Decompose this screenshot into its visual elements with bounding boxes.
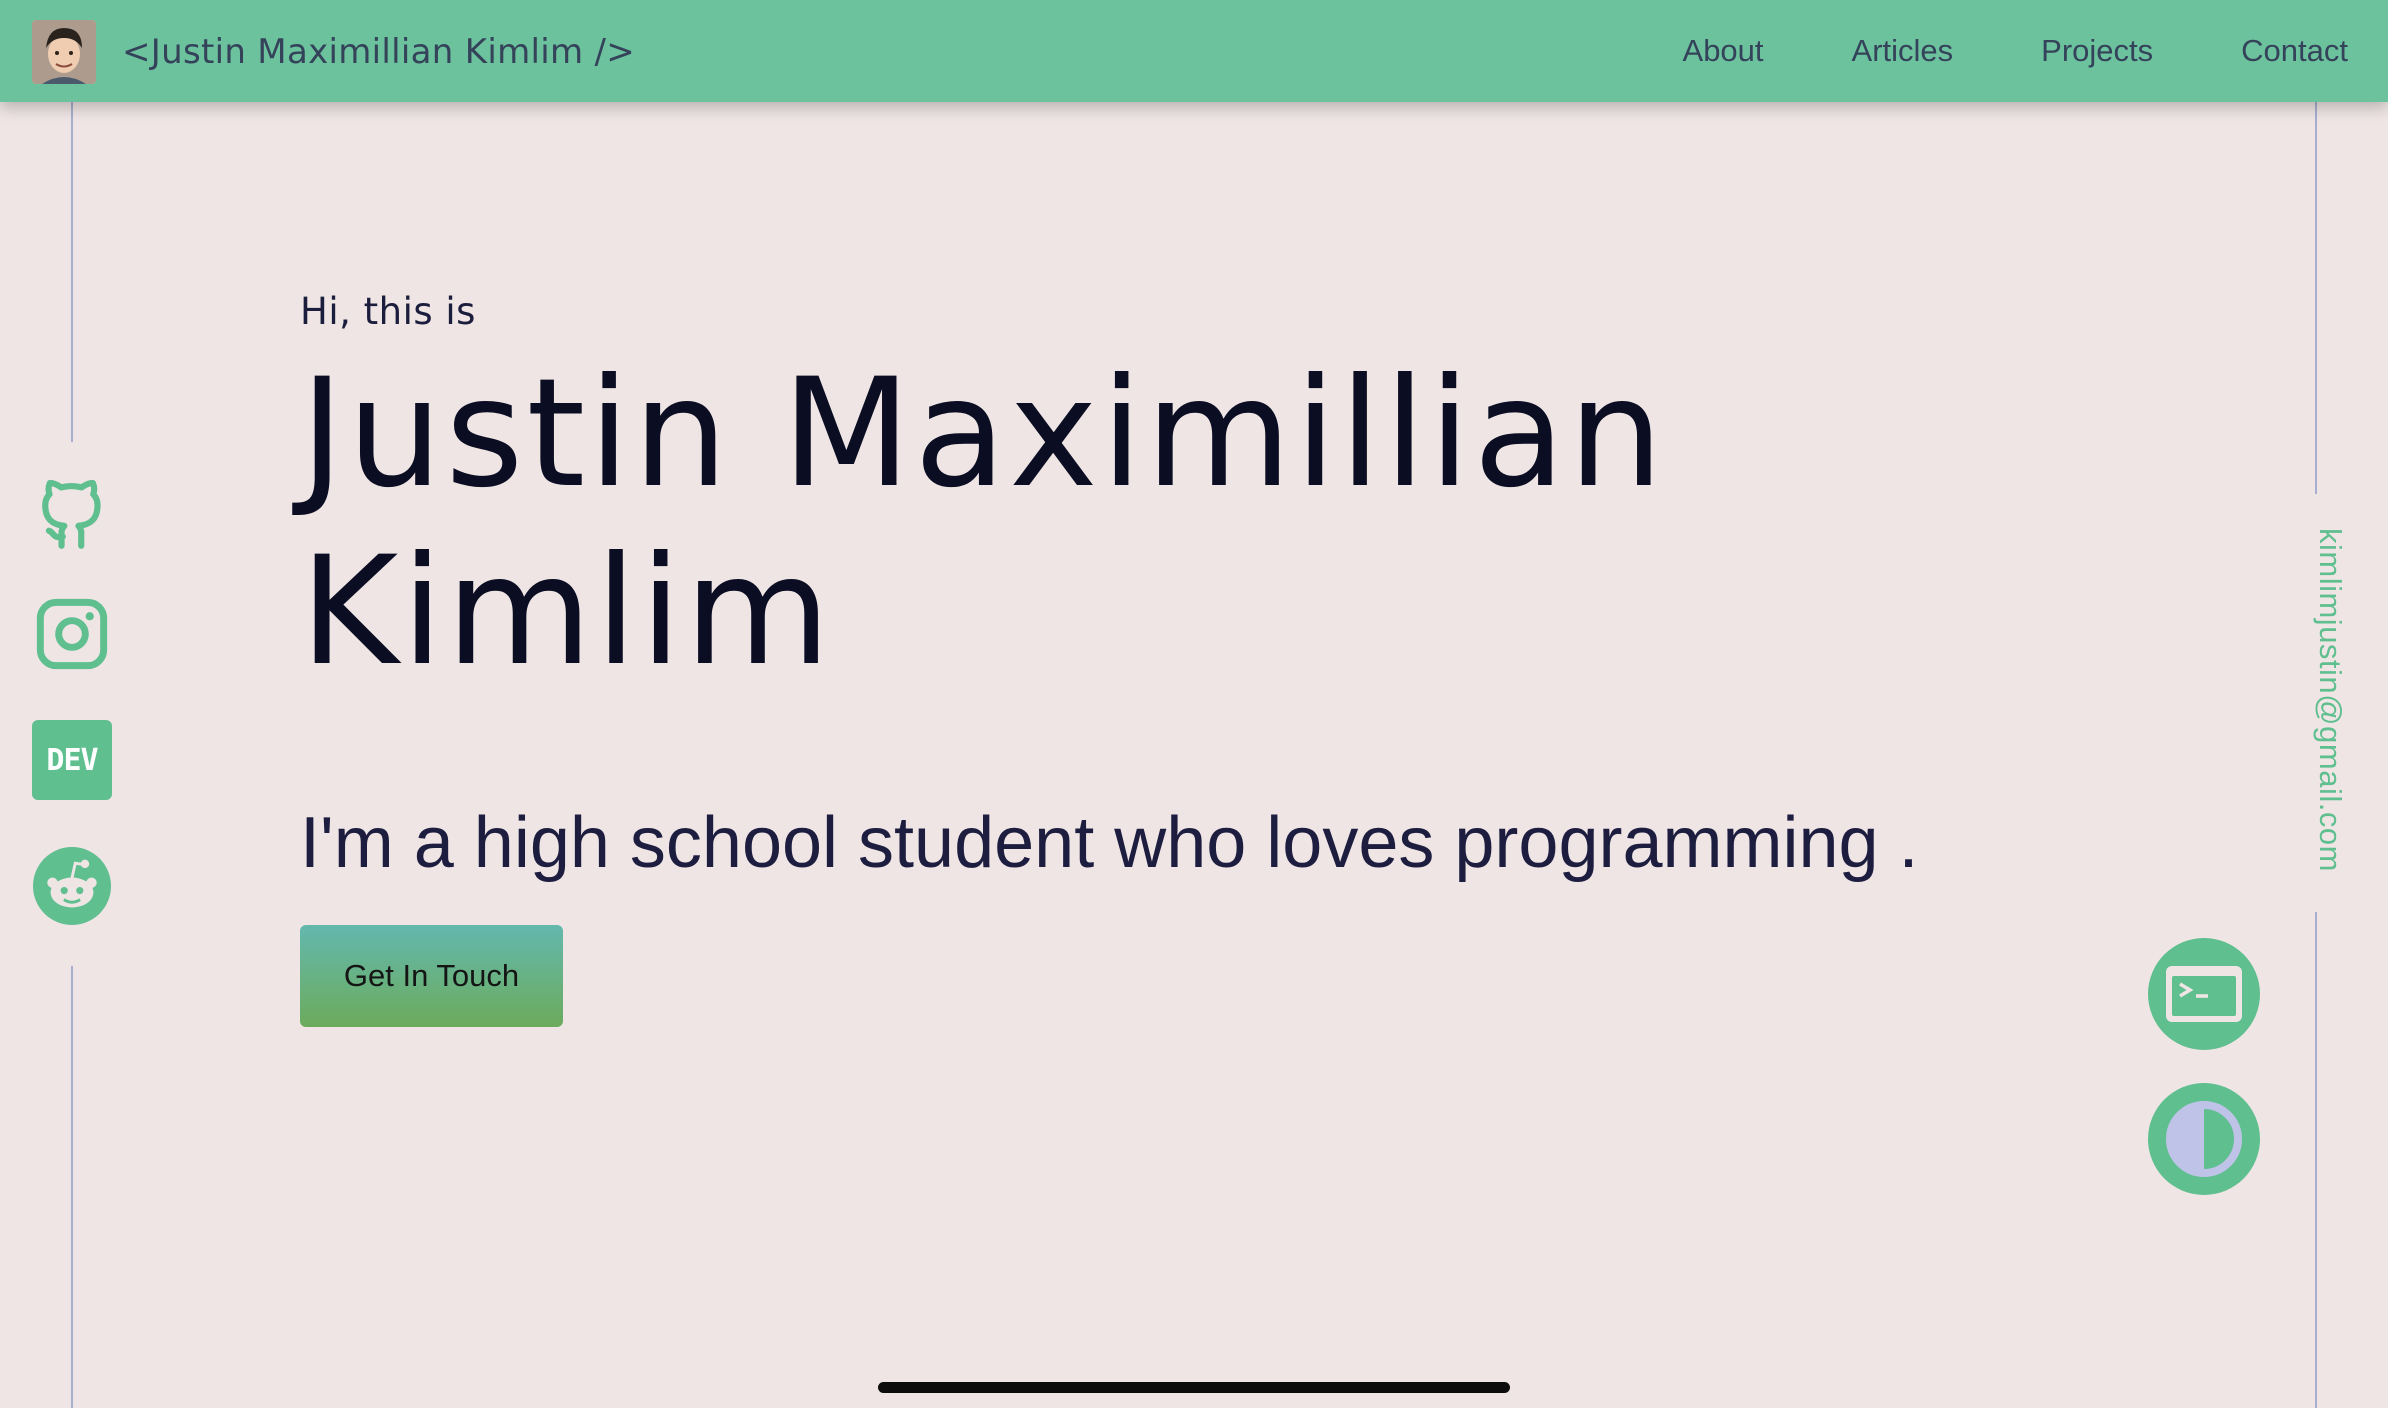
theme-toggle-button[interactable] <box>2148 1083 2260 1195</box>
nav-link-articles[interactable]: Articles <box>1852 33 1954 69</box>
hero-tagline: I'm a high school student who loves prog… <box>300 803 1919 883</box>
greeting-text: Hi, this is <box>300 290 476 333</box>
nav-link-projects[interactable]: Projects <box>2041 33 2153 69</box>
github-link[interactable] <box>32 472 112 552</box>
nav-link-contact[interactable]: Contact <box>2241 33 2348 69</box>
left-guide-line-top <box>71 102 73 442</box>
instagram-link[interactable] <box>32 594 112 674</box>
reddit-icon <box>33 847 111 925</box>
site-title: <Justin Maximillian Kimlim /> <box>122 32 636 72</box>
right-guide-line-bottom <box>2315 912 2317 1408</box>
theme-toggle-icon <box>2166 1101 2242 1177</box>
email-link[interactable]: kimlimjustin@gmail.com <box>2312 528 2348 872</box>
left-guide-line-bottom <box>71 966 73 1408</box>
site-logo-link[interactable]: <Justin Maximillian Kimlim /> <box>32 20 635 84</box>
right-guide-line-top <box>2315 102 2317 494</box>
nav-menu: About Articles Projects Contact <box>1595 0 2348 102</box>
nav-link-about[interactable]: About <box>1683 33 1764 69</box>
get-in-touch-button[interactable]: Get In Touch <box>300 925 563 1027</box>
hero-name: Justin Maximillian Kimlim <box>300 347 1667 699</box>
instagram-icon <box>36 598 108 670</box>
avatar <box>32 20 96 84</box>
dev-link[interactable]: DEV <box>32 720 112 800</box>
terminal-button[interactable] <box>2148 938 2260 1050</box>
terminal-icon <box>2166 966 2242 1022</box>
dev-icon: DEV <box>32 720 112 800</box>
reddit-link[interactable] <box>32 846 112 926</box>
github-icon <box>42 479 101 549</box>
home-indicator <box>878 1382 1510 1393</box>
dev-label: DEV <box>46 742 98 778</box>
navbar: <Justin Maximillian Kimlim /> About Arti… <box>0 0 2388 102</box>
